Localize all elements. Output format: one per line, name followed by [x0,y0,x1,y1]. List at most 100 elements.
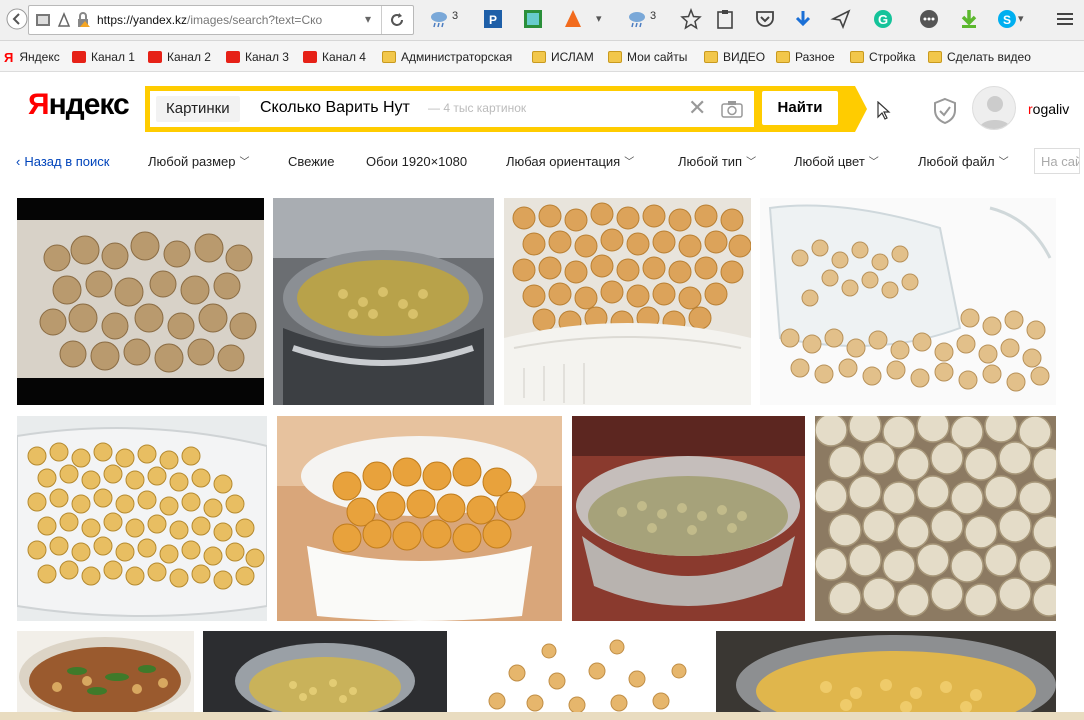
weather-badge: 3 [650,10,657,22]
user-avatar[interactable] [972,86,1016,130]
image-chickpeas-small-bowl [277,416,562,621]
search-input[interactable]: Сколько Варить Нут [260,99,410,117]
image-thumbnail[interactable] [572,416,805,621]
yandex-icon: Я [4,49,14,65]
chevron-down-icon: ﹀ [624,157,635,168]
menu-icon[interactable] [1054,8,1076,30]
bookmark-channel-2[interactable]: Канал 2 [148,49,211,65]
youtube-icon [226,51,240,63]
image-boiling-pot [273,198,494,405]
site-filter-input[interactable]: На сайте [1034,148,1080,174]
filter-orientation[interactable]: Любая ориентация ﹀ [506,154,634,169]
save-from-net-icon[interactable] [958,8,980,30]
filter-wallpapers[interactable]: Обои 1920×1080 [366,154,467,169]
divider [381,6,382,34]
youtube-icon [148,51,162,63]
bookmark-folder-misc[interactable]: Разное [776,49,835,65]
url-path: /images/search?text=Ско [187,13,323,27]
image-thumbnail[interactable] [277,416,562,621]
bookmark-folder-construction[interactable]: Стройка [850,49,915,65]
address-bar[interactable]: https://yandex.kz/images/search?text=Ско… [28,5,414,35]
tabs-grid-icon[interactable] [35,12,51,28]
bookmark-yandex[interactable]: Я Яндекс [4,49,60,65]
search-form: Картинки Сколько Варить Нут — 4 тыс карт… [145,86,855,132]
image-chickpea-soup [17,631,194,712]
lock-warning-icon[interactable] [75,12,91,28]
user-name-rest: ogaliv [1032,101,1070,117]
bookmark-label: Яндекс [19,50,60,64]
image-thumbnail[interactable] [203,631,447,712]
send-icon[interactable] [830,8,852,30]
image-thumbnail[interactable] [17,198,264,405]
yandex-logo[interactable]: Яндекс [28,88,130,122]
camera-search-icon[interactable] [720,99,744,119]
image-thumbnail[interactable] [815,416,1056,621]
filter-fresh[interactable]: Свежие [288,154,334,169]
bookmark-folder-my-sites[interactable]: Мои сайты [608,49,687,65]
search-input-wrapper[interactable]: Картинки Сколько Варить Нут — 4 тыс карт… [150,91,754,127]
image-thumbnail[interactable] [716,631,1056,712]
folder-icon [532,51,546,63]
filter-label: Любой цвет [794,154,865,169]
bookmark-channel-1[interactable]: Канал 1 [72,49,135,65]
weather-icon[interactable] [428,8,450,30]
bookmark-folder-islam[interactable]: ИСЛАМ [532,49,594,65]
image-thumbnail[interactable] [760,198,1056,405]
filter-file[interactable]: Любой файл ﹀ [918,154,1009,169]
image-thumbnail[interactable] [17,631,194,712]
reload-icon[interactable] [389,12,405,28]
svg-text:S: S [1003,13,1011,27]
chat-icon[interactable] [918,8,940,30]
bookmark-channel-4[interactable]: Канал 4 [303,49,366,65]
filter-color[interactable]: Любой цвет ﹀ [794,154,879,169]
bookmarks-bar: Я Яндекс Канал 1 Канал 2 Канал 3 Канал 4… [0,41,1084,72]
bookmark-channel-3[interactable]: Канал 3 [226,49,289,65]
grammarly-icon[interactable]: G [872,8,894,30]
shield-check-icon[interactable] [932,97,958,125]
pocket-icon[interactable] [754,8,776,30]
bookmark-label: Администраторская [401,50,513,64]
back-arrow-icon[interactable] [6,8,28,30]
image-thumbnail[interactable] [17,416,267,621]
bookmark-label: ИСЛАМ [551,50,594,64]
filter-label: Свежие [288,154,335,169]
download-icon[interactable] [792,8,814,30]
bookmark-label: ВИДЕО [723,50,766,64]
image-glass-bowl-soaking [572,416,805,621]
filter-type[interactable]: Любой тип ﹀ [678,154,756,169]
bookmark-folder-video[interactable]: ВИДЕО [704,49,765,65]
url-text[interactable]: https://yandex.kz/images/search?text=Ско [97,13,337,27]
skype-icon[interactable]: S [996,8,1018,30]
extension-grid-icon[interactable] [522,8,544,30]
star-icon[interactable] [680,8,702,30]
dropdown-arrow-icon[interactable]: ▾ [365,12,371,26]
image-thumbnail[interactable] [273,198,494,405]
dropdown-arrow-icon[interactable]: ▾ [596,12,602,25]
bookmark-folder-admin[interactable]: Администраторская [382,49,512,65]
info-icon[interactable] [57,12,71,28]
clipboard-icon[interactable] [714,8,736,30]
clear-search-icon[interactable]: ✕ [688,96,706,120]
image-chickpeas-jar [760,198,1056,405]
dropdown-arrow-icon[interactable]: ▾ [1018,12,1024,25]
filter-size[interactable]: Любой размер ﹀ [148,154,250,169]
extension-p-icon[interactable]: P [482,8,504,30]
bookmark-folder-make-video[interactable]: Сделать видео [928,49,1031,65]
chevron-left-icon: ‹ [16,154,21,169]
search-result-count: — 4 тыс картинок [428,101,527,115]
image-thumbnail[interactable] [504,198,751,405]
find-button[interactable]: Найти [762,91,838,125]
back-to-search-link[interactable]: ‹ Назад в поиск [16,154,109,169]
weather-icon[interactable] [626,8,648,30]
user-name[interactable]: rogaliv [1028,101,1069,117]
youtube-icon [303,51,317,63]
image-thumbnail[interactable] [457,631,707,712]
folder-icon [608,51,622,63]
image-chickpeas-colander [17,416,267,621]
chevron-down-icon: ﹀ [746,157,757,168]
extension-orange-icon[interactable] [562,8,584,30]
search-tab-images[interactable]: Картинки [156,96,240,122]
folder-icon [382,51,396,63]
chevron-down-icon: ﹀ [998,157,1009,168]
chevron-down-icon: ﹀ [239,157,250,168]
